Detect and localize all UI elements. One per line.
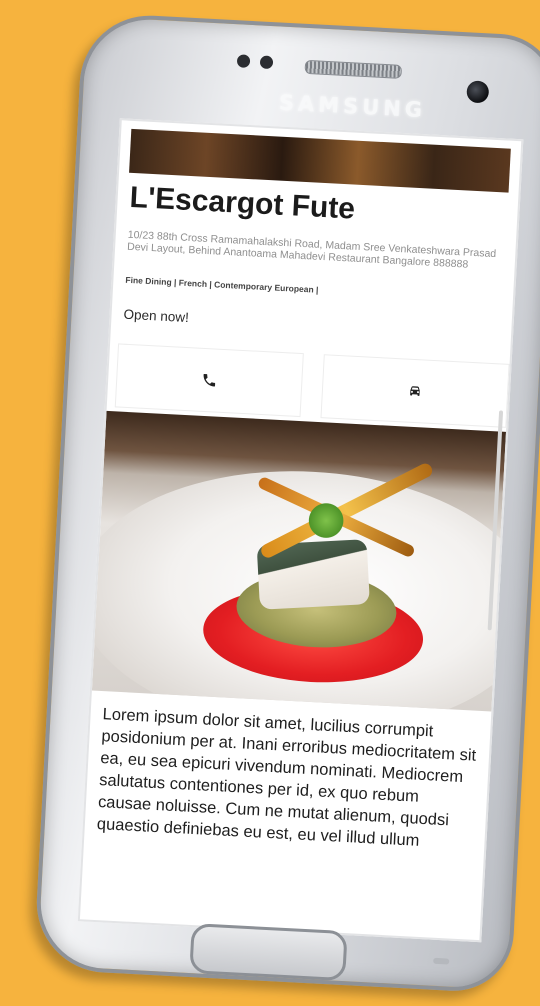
app-screen: L'Escargot Fute 10/23 88th Cross Ramamah… bbox=[77, 118, 524, 943]
sensor-dots bbox=[236, 54, 274, 70]
sensor-dot bbox=[236, 54, 251, 68]
dish-photo bbox=[91, 410, 507, 712]
home-button[interactable] bbox=[189, 923, 348, 982]
earpiece-speaker bbox=[304, 59, 403, 79]
call-button[interactable] bbox=[114, 343, 304, 418]
sensor-dot bbox=[259, 55, 274, 70]
back-softkey[interactable] bbox=[433, 957, 450, 965]
phone-icon bbox=[203, 373, 216, 387]
phone-body: SAMSUNG L'Escargot Fute 10/23 88th Cross… bbox=[33, 12, 540, 994]
open-status: Open now! bbox=[123, 306, 190, 326]
car-icon bbox=[410, 386, 420, 396]
device-brand-logo: SAMSUNG bbox=[278, 90, 427, 123]
directions-button[interactable] bbox=[320, 354, 510, 428]
restaurant-address: 10/23 88th Cross Ramamahalakshi Road, Ma… bbox=[126, 228, 497, 271]
cuisine-tags: Fine Dining | French | Contemporary Euro… bbox=[125, 274, 319, 295]
front-camera bbox=[466, 80, 490, 104]
restaurant-description: Lorem ipsum dolor sit amet, lucilius cor… bbox=[96, 705, 477, 850]
phone-mockup: SAMSUNG L'Escargot Fute 10/23 88th Cross… bbox=[18, 12, 540, 1004]
